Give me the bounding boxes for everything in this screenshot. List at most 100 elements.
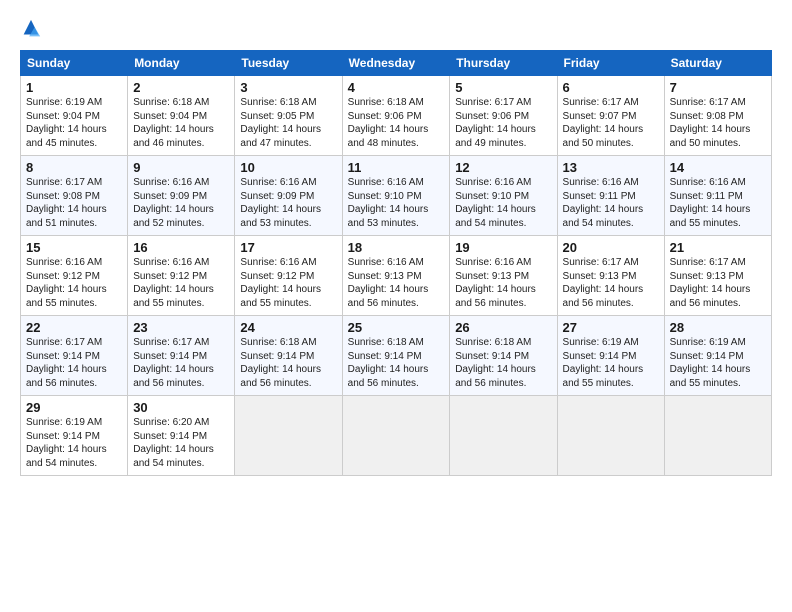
calendar-cell: 26Sunrise: 6:18 AMSunset: 9:14 PMDayligh… [450,316,557,396]
calendar-cell: 5Sunrise: 6:17 AMSunset: 9:06 PMDaylight… [450,76,557,156]
day-number: 17 [240,240,336,255]
calendar-cell: 16Sunrise: 6:16 AMSunset: 9:12 PMDayligh… [128,236,235,316]
day-header-tuesday: Tuesday [235,51,342,76]
cell-info: Sunrise: 6:16 AMSunset: 9:11 PMDaylight:… [670,176,766,230]
day-number: 16 [133,240,229,255]
day-number: 29 [26,400,122,415]
calendar-cell: 9Sunrise: 6:16 AMSunset: 9:09 PMDaylight… [128,156,235,236]
logo-icon [20,18,42,40]
cell-info: Sunrise: 6:17 AMSunset: 9:08 PMDaylight:… [26,176,122,230]
cell-info: Sunrise: 6:19 AMSunset: 9:14 PMDaylight:… [26,416,122,470]
calendar-cell: 1Sunrise: 6:19 AMSunset: 9:04 PMDaylight… [21,76,128,156]
cell-info: Sunrise: 6:18 AMSunset: 9:04 PMDaylight:… [133,96,229,150]
day-number: 12 [455,160,551,175]
calendar-cell: 28Sunrise: 6:19 AMSunset: 9:14 PMDayligh… [664,316,771,396]
cell-info: Sunrise: 6:16 AMSunset: 9:09 PMDaylight:… [133,176,229,230]
day-number: 22 [26,320,122,335]
day-number: 26 [455,320,551,335]
calendar-cell: 11Sunrise: 6:16 AMSunset: 9:10 PMDayligh… [342,156,450,236]
calendar-cell: 12Sunrise: 6:16 AMSunset: 9:10 PMDayligh… [450,156,557,236]
cell-info: Sunrise: 6:16 AMSunset: 9:10 PMDaylight:… [348,176,445,230]
day-number: 15 [26,240,122,255]
calendar-week-5: 29Sunrise: 6:19 AMSunset: 9:14 PMDayligh… [21,396,772,476]
calendar-cell: 25Sunrise: 6:18 AMSunset: 9:14 PMDayligh… [342,316,450,396]
calendar: SundayMondayTuesdayWednesdayThursdayFrid… [20,50,772,476]
day-number: 24 [240,320,336,335]
calendar-cell: 2Sunrise: 6:18 AMSunset: 9:04 PMDaylight… [128,76,235,156]
day-header-friday: Friday [557,51,664,76]
calendar-body: 1Sunrise: 6:19 AMSunset: 9:04 PMDaylight… [21,76,772,476]
calendar-cell: 22Sunrise: 6:17 AMSunset: 9:14 PMDayligh… [21,316,128,396]
calendar-cell [664,396,771,476]
day-number: 11 [348,160,445,175]
day-header-thursday: Thursday [450,51,557,76]
day-header-sunday: Sunday [21,51,128,76]
cell-info: Sunrise: 6:18 AMSunset: 9:06 PMDaylight:… [348,96,445,150]
day-number: 27 [563,320,659,335]
calendar-cell: 23Sunrise: 6:17 AMSunset: 9:14 PMDayligh… [128,316,235,396]
day-number: 10 [240,160,336,175]
day-header-wednesday: Wednesday [342,51,450,76]
cell-info: Sunrise: 6:18 AMSunset: 9:14 PMDaylight:… [240,336,336,390]
calendar-cell [450,396,557,476]
cell-info: Sunrise: 6:17 AMSunset: 9:06 PMDaylight:… [455,96,551,150]
calendar-cell: 20Sunrise: 6:17 AMSunset: 9:13 PMDayligh… [557,236,664,316]
day-number: 28 [670,320,766,335]
calendar-cell [342,396,450,476]
calendar-cell: 3Sunrise: 6:18 AMSunset: 9:05 PMDaylight… [235,76,342,156]
day-number: 4 [348,80,445,95]
day-number: 19 [455,240,551,255]
day-number: 23 [133,320,229,335]
calendar-cell: 10Sunrise: 6:16 AMSunset: 9:09 PMDayligh… [235,156,342,236]
cell-info: Sunrise: 6:20 AMSunset: 9:14 PMDaylight:… [133,416,229,470]
cell-info: Sunrise: 6:18 AMSunset: 9:14 PMDaylight:… [348,336,445,390]
cell-info: Sunrise: 6:17 AMSunset: 9:14 PMDaylight:… [26,336,122,390]
calendar-cell: 8Sunrise: 6:17 AMSunset: 9:08 PMDaylight… [21,156,128,236]
calendar-week-2: 8Sunrise: 6:17 AMSunset: 9:08 PMDaylight… [21,156,772,236]
calendar-cell: 13Sunrise: 6:16 AMSunset: 9:11 PMDayligh… [557,156,664,236]
cell-info: Sunrise: 6:16 AMSunset: 9:12 PMDaylight:… [133,256,229,310]
calendar-cell [235,396,342,476]
cell-info: Sunrise: 6:16 AMSunset: 9:11 PMDaylight:… [563,176,659,230]
day-number: 7 [670,80,766,95]
calendar-week-4: 22Sunrise: 6:17 AMSunset: 9:14 PMDayligh… [21,316,772,396]
day-header-monday: Monday [128,51,235,76]
day-number: 5 [455,80,551,95]
calendar-header-row: SundayMondayTuesdayWednesdayThursdayFrid… [21,51,772,76]
cell-info: Sunrise: 6:16 AMSunset: 9:09 PMDaylight:… [240,176,336,230]
calendar-week-1: 1Sunrise: 6:19 AMSunset: 9:04 PMDaylight… [21,76,772,156]
day-number: 1 [26,80,122,95]
day-number: 25 [348,320,445,335]
calendar-cell: 29Sunrise: 6:19 AMSunset: 9:14 PMDayligh… [21,396,128,476]
day-number: 20 [563,240,659,255]
cell-info: Sunrise: 6:16 AMSunset: 9:12 PMDaylight:… [240,256,336,310]
calendar-cell: 14Sunrise: 6:16 AMSunset: 9:11 PMDayligh… [664,156,771,236]
page: SundayMondayTuesdayWednesdayThursdayFrid… [0,0,792,612]
cell-info: Sunrise: 6:18 AMSunset: 9:05 PMDaylight:… [240,96,336,150]
calendar-cell: 15Sunrise: 6:16 AMSunset: 9:12 PMDayligh… [21,236,128,316]
day-number: 2 [133,80,229,95]
cell-info: Sunrise: 6:16 AMSunset: 9:13 PMDaylight:… [455,256,551,310]
calendar-cell: 7Sunrise: 6:17 AMSunset: 9:08 PMDaylight… [664,76,771,156]
header [20,18,772,40]
calendar-cell: 6Sunrise: 6:17 AMSunset: 9:07 PMDaylight… [557,76,664,156]
cell-info: Sunrise: 6:16 AMSunset: 9:10 PMDaylight:… [455,176,551,230]
calendar-cell: 21Sunrise: 6:17 AMSunset: 9:13 PMDayligh… [664,236,771,316]
cell-info: Sunrise: 6:16 AMSunset: 9:13 PMDaylight:… [348,256,445,310]
cell-info: Sunrise: 6:17 AMSunset: 9:14 PMDaylight:… [133,336,229,390]
day-number: 21 [670,240,766,255]
calendar-week-3: 15 Sunrise: 6:16 AMSunset: 9:12 PMDayligh… [21,236,772,316]
day-header-saturday: Saturday [664,51,771,76]
cell-info: Sunrise: 6:17 AMSunset: 9:13 PMDaylight:… [670,256,766,310]
calendar-cell: 24Sunrise: 6:18 AMSunset: 9:14 PMDayligh… [235,316,342,396]
cell-info: Sunrise: 6:19 AMSunset: 9:14 PMDaylight:… [670,336,766,390]
calendar-cell: 4Sunrise: 6:18 AMSunset: 9:06 PMDaylight… [342,76,450,156]
day-number: 14 [670,160,766,175]
cell-info: Sunrise: 6:17 AMSunset: 9:08 PMDaylight:… [670,96,766,150]
cell-info: Sunrise: 6:19 AMSunset: 9:14 PMDaylight:… [563,336,659,390]
calendar-cell: 17Sunrise: 6:16 AMSunset: 9:12 PMDayligh… [235,236,342,316]
day-number: 30 [133,400,229,415]
calendar-cell: 27Sunrise: 6:19 AMSunset: 9:14 PMDayligh… [557,316,664,396]
day-number: 3 [240,80,336,95]
cell-info: Sunrise: 6:19 AMSunset: 9:04 PMDaylight:… [26,96,122,150]
